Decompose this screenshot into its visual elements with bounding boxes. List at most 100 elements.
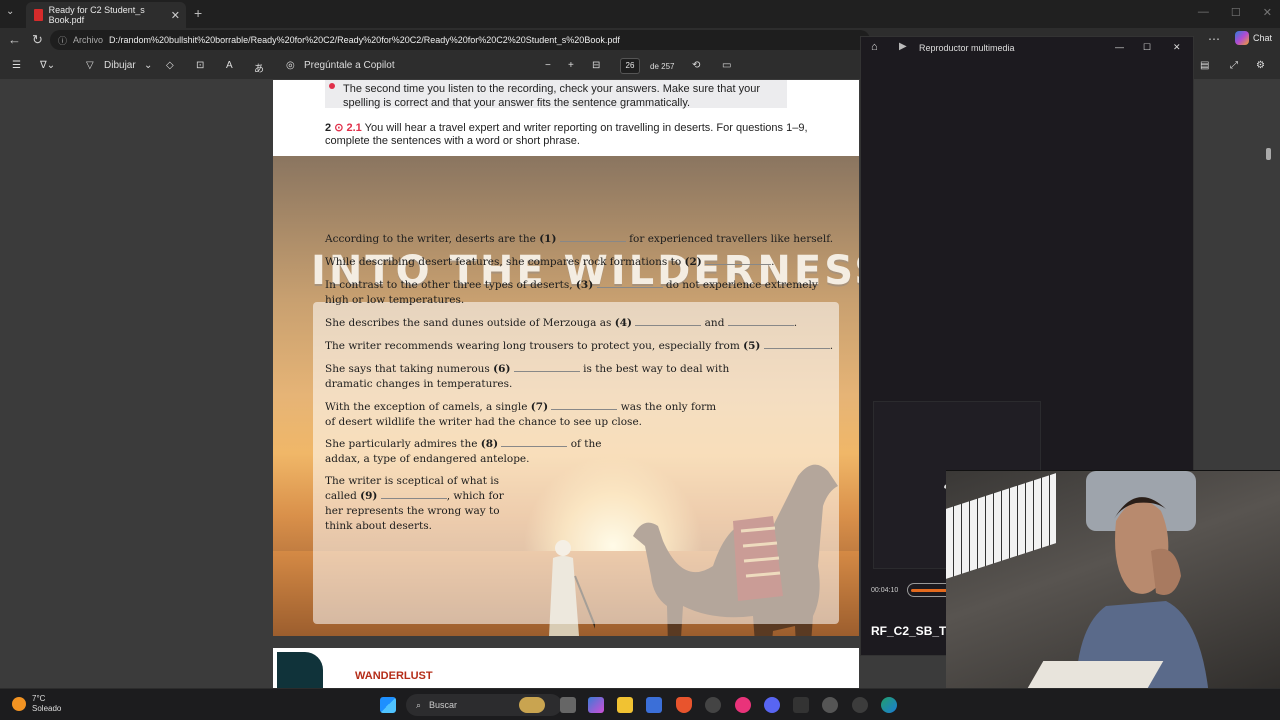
page-number-input[interactable]: 26: [620, 58, 640, 74]
address-bar[interactable]: ⓘ Archivo D:/random%20bullshit%20borrabl…: [50, 30, 870, 50]
window-controls: — ☐ ✕: [1198, 6, 1272, 19]
webcam-overlay: [946, 470, 1280, 720]
question-9: The writer is sceptical of what is calle…: [325, 475, 504, 532]
discord-icon[interactable]: [764, 697, 780, 713]
answer-blank: [635, 316, 702, 326]
audio-track-icon: ⊙: [334, 122, 344, 134]
store-icon[interactable]: [646, 697, 662, 713]
contents-icon[interactable]: ☰: [12, 60, 21, 71]
copilot-small-icon: ◎: [286, 60, 295, 71]
play-circle-icon: ▶: [899, 41, 907, 52]
add-text-icon[interactable]: ⊡: [196, 60, 204, 71]
question-8: She particularly admires the (8) of the …: [325, 437, 602, 465]
copilot-app-icon[interactable]: [588, 697, 604, 713]
read-aloud-icon[interactable]: A: [226, 60, 233, 71]
media-player-app-icon[interactable]: [822, 697, 838, 713]
scrollbar-thumb[interactable]: [1266, 148, 1271, 160]
search-label: Buscar: [429, 700, 458, 710]
exercise-number: 2: [325, 122, 332, 134]
close-icon[interactable]: ✕: [1173, 42, 1181, 53]
exercise-instructions: You will hear a travel expert and writer…: [325, 122, 808, 147]
answer-blank: [551, 400, 618, 410]
media-player-title: Reproductor multimedia: [919, 43, 1015, 53]
question-4: She describes the sand dunes outside of …: [325, 316, 798, 329]
answer-blank: [763, 339, 830, 349]
chat-label: Chat: [1252, 33, 1272, 43]
minimize-icon[interactable]: —: [1198, 6, 1209, 19]
back-icon[interactable]: ←: [8, 32, 21, 47]
start-icon[interactable]: [380, 697, 396, 713]
widgets-icon[interactable]: [519, 697, 545, 713]
temperature: 7°C: [32, 694, 46, 703]
zoom-out-icon[interactable]: −: [545, 60, 551, 71]
next-page-title: WANDERLUST: [355, 670, 433, 682]
playback-time: 00:04:10: [871, 587, 899, 594]
answer-blank: [727, 316, 794, 326]
track-number: 2.1: [346, 122, 362, 134]
fullscreen-icon[interactable]: ⤢: [1230, 60, 1238, 71]
maximize-icon[interactable]: ☐: [1143, 42, 1151, 53]
eraser-icon[interactable]: ◇: [166, 60, 174, 71]
answer-blank: [501, 437, 568, 447]
track-title: RF_C2_SB_Tra: [871, 624, 958, 638]
browser-tab[interactable]: Ready for C2 Student_s Book.pdf ✕: [26, 2, 186, 28]
unit-logo: [277, 652, 323, 688]
task-view-icon[interactable]: [560, 697, 576, 713]
steam-icon[interactable]: [705, 697, 721, 713]
tab-bar: ⌄ Ready for C2 Student_s Book.pdf ✕ + — …: [0, 0, 1280, 28]
maximize-icon[interactable]: ☐: [1231, 6, 1241, 19]
pdf-icon: [34, 9, 43, 21]
answer-blank: [596, 278, 663, 288]
minimize-icon[interactable]: —: [1115, 42, 1124, 52]
weather-widget[interactable]: 7°C Soleado: [12, 694, 61, 714]
keyboard-instrument: [946, 473, 1056, 579]
bullet-icon: [329, 83, 335, 89]
answer-blank: [559, 232, 626, 242]
draw-button[interactable]: Dibujar: [104, 60, 136, 71]
answer-blank: [513, 362, 580, 372]
app-icon[interactable]: [793, 697, 809, 713]
question-5: The writer recommends wearing long trous…: [325, 339, 834, 352]
edge-icon[interactable]: [881, 697, 897, 713]
settings-icon[interactable]: ⚙: [1256, 60, 1265, 71]
draw-icon[interactable]: ▽: [86, 60, 94, 71]
copilot-chat-button[interactable]: Chat: [1234, 31, 1272, 45]
taskbar: 7°C Soleado ⌕ Buscar: [0, 688, 1280, 720]
sun-icon: [12, 697, 26, 711]
answer-blank: [705, 255, 772, 265]
reload-icon[interactable]: ↻: [32, 32, 43, 48]
question-1: According to the writer, deserts are the…: [325, 232, 834, 245]
file-explorer-icon[interactable]: [617, 697, 633, 713]
highlight-icon[interactable]: ∇⌄: [40, 60, 55, 71]
home-icon[interactable]: ⌂: [871, 41, 878, 53]
page-view-icon[interactable]: ▭: [722, 60, 731, 71]
settings-app-icon[interactable]: [852, 697, 868, 713]
new-tab-button[interactable]: +: [194, 5, 202, 21]
page-total: de 257: [650, 62, 675, 71]
chevron-down-icon[interactable]: ⌄: [144, 60, 152, 71]
desert-photo: INTO THE WILDERNESS: [273, 156, 859, 636]
close-tab-icon[interactable]: ✕: [171, 9, 180, 22]
tab-title: Ready for C2 Student_s Book.pdf: [48, 5, 145, 25]
answer-blank: [380, 489, 447, 499]
save-icon[interactable]: ▤: [1200, 60, 1209, 71]
url-text: D:/random%20bullshit%20borrable/Ready%20…: [109, 35, 620, 45]
pdf-next-page: WANDERLUST: [273, 648, 859, 688]
osu-icon[interactable]: [735, 697, 751, 713]
instruction-box: The second time you listen to the record…: [325, 80, 787, 109]
close-window-icon[interactable]: ✕: [1263, 6, 1272, 19]
tab-actions-icon[interactable]: ⌄: [6, 6, 20, 20]
weather-text: Soleado: [32, 704, 62, 713]
fit-page-icon[interactable]: ⊟: [592, 60, 600, 71]
question-7: With the exception of camels, a single (…: [325, 400, 717, 428]
question-3: In contrast to the other three types of …: [325, 278, 818, 306]
ask-copilot-button[interactable]: Pregúntale a Copilot: [304, 60, 395, 71]
copilot-icon: [1234, 31, 1249, 45]
question-6: She says that taking numerous (6) is the…: [325, 362, 730, 390]
instruction-text: The second time you listen to the record…: [343, 83, 760, 109]
zoom-in-icon[interactable]: +: [568, 60, 574, 71]
translate-icon[interactable]: あ: [254, 60, 264, 75]
rotate-icon[interactable]: ⟲: [692, 60, 700, 71]
brave-icon[interactable]: [676, 697, 692, 713]
more-icon[interactable]: ⋯: [1208, 32, 1220, 46]
